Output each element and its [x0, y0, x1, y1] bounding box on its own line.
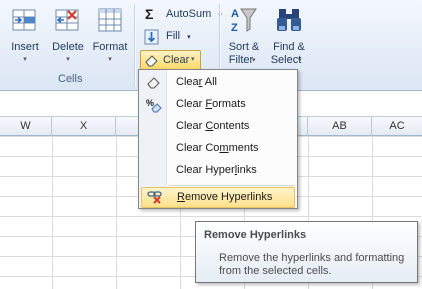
- find-select-button[interactable]: Find & Select ▾: [266, 4, 312, 70]
- chevron-down-icon: ▾: [187, 34, 191, 41]
- svg-text:Z: Z: [231, 22, 238, 34]
- tooltip-body: Remove the hyperlinks and formatting fro…: [219, 252, 405, 277]
- eraser-icon: [147, 77, 160, 89]
- insert-button[interactable]: Insert ▾: [6, 4, 44, 70]
- insert-cells-icon: [12, 9, 36, 31]
- column-header[interactable]: W: [0, 117, 52, 136]
- insert-label: Insert: [11, 41, 39, 53]
- remove-hyperlink-icon: [147, 191, 162, 204]
- menu-item-label: Clear: [176, 120, 206, 132]
- chevron-down-icon: ▾: [108, 56, 112, 63]
- column-header[interactable]: X: [52, 117, 116, 136]
- sort-filter-icon: A Z: [231, 8, 257, 34]
- delete-cells-icon: [55, 9, 79, 31]
- fill-down-icon: [144, 29, 159, 45]
- chevron-down-icon: ▾: [23, 56, 27, 63]
- chevron-down-icon: ▾: [298, 57, 302, 64]
- chevron-down-icon: ▾: [252, 57, 256, 64]
- autosum-button[interactable]: Σ AutoSum ▾: [140, 5, 222, 24]
- menu-item-label: emove Hyperlinks: [184, 191, 273, 203]
- svg-text:%: %: [146, 98, 154, 108]
- binoculars-icon: [277, 9, 301, 31]
- format-cells-icon: [98, 8, 122, 32]
- fill-label: Fill: [166, 30, 181, 42]
- tooltip-title: Remove Hyperlinks: [204, 229, 307, 241]
- cells-group-label: Cells: [58, 73, 83, 85]
- menu-item-clear-contents[interactable]: Clear Contents: [141, 116, 295, 137]
- column-header[interactable]: AB: [308, 117, 372, 136]
- autosum-label: AutoSum: [166, 8, 212, 20]
- group-divider: [134, 4, 135, 86]
- menu-item-label: Clea: [176, 76, 199, 88]
- find-select-label: Select: [270, 54, 302, 66]
- clear-formats-icon: %: [146, 98, 162, 113]
- menu-item-clear-comments[interactable]: Clear Comments: [141, 138, 295, 159]
- menu-item-label: ments: [228, 142, 259, 154]
- format-label: Format: [92, 41, 128, 53]
- menu-item-label: Clear Hyper: [176, 164, 235, 176]
- sigma-icon: Σ: [145, 6, 154, 22]
- fill-button[interactable]: Fill ▾: [140, 27, 191, 46]
- clear-dropdown-menu: Clear All % Clear Formats Clear Contents…: [138, 69, 298, 209]
- menu-item-clear-hyperlinks[interactable]: Clear Hyperlinks: [141, 160, 295, 181]
- menu-item-label: inks: [237, 164, 257, 176]
- menu-item-label: ontents: [213, 120, 250, 132]
- chevron-down-icon: ▾: [66, 56, 70, 63]
- menu-item-clear-formats[interactable]: % Clear Formats: [141, 94, 295, 115]
- format-button[interactable]: Format ▾: [90, 4, 130, 70]
- menu-item-label: All: [202, 76, 217, 88]
- tooltip: Remove Hyperlinks Remove the hyperlinks …: [195, 221, 418, 283]
- menu-item-remove-hyperlinks[interactable]: Remove Hyperlinks: [141, 187, 295, 208]
- find-select-label: Find &: [273, 41, 305, 53]
- menu-item-label: Clear Co: [176, 142, 220, 154]
- clear-label: Clear: [163, 54, 190, 66]
- clear-button[interactable]: Clear ▾: [140, 50, 201, 70]
- svg-text:A: A: [231, 8, 239, 20]
- delete-button[interactable]: Delete ▾: [48, 4, 88, 70]
- menu-item-clear-all[interactable]: Clear All: [141, 72, 295, 93]
- column-header[interactable]: AC: [372, 117, 422, 136]
- menu-item-label: ormats: [212, 98, 246, 110]
- sort-filter-label: Filter: [228, 54, 254, 66]
- sort-filter-label: Sort &: [228, 41, 260, 53]
- menu-separator: [169, 185, 295, 186]
- menu-item-accelerator: R: [177, 191, 185, 203]
- chevron-down-icon: ▾: [191, 56, 195, 63]
- delete-label: Delete: [52, 41, 84, 53]
- menu-item-label: Clear: [176, 98, 206, 110]
- grid-line: [52, 136, 53, 289]
- eraser-icon: [145, 55, 158, 67]
- menu-item-accelerator: m: [219, 142, 229, 154]
- grid-line: [116, 136, 117, 289]
